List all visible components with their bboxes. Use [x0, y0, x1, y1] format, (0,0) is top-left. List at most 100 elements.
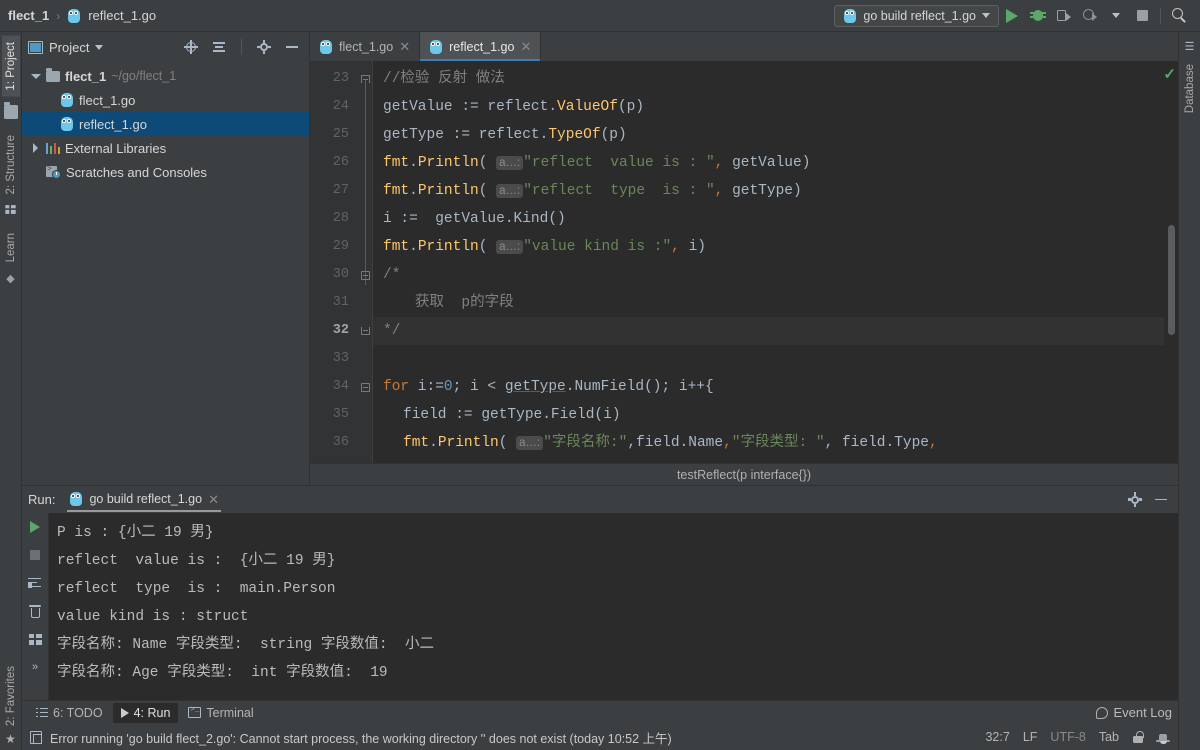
- chevron-down-icon: [1112, 13, 1120, 18]
- code-content[interactable]: //检验 反射 做法 getValue := reflect.ValueOf(p…: [372, 61, 1164, 463]
- sidebar-item-database[interactable]: Database: [1181, 58, 1199, 119]
- caret-position[interactable]: 32:7: [985, 730, 1009, 744]
- status-message[interactable]: Error running 'go build flect_2.go': Can…: [50, 728, 672, 747]
- sidebar-item-learn[interactable]: Learn: [2, 227, 20, 268]
- event-log-icon: [1096, 706, 1109, 719]
- editor-breadcrumb[interactable]: testReflect(p interface{}): [310, 463, 1178, 485]
- fold-icon: [360, 270, 370, 280]
- sidebar-item-project[interactable]: 1: Project: [1, 36, 20, 97]
- event-log-label: Event Log: [1113, 705, 1172, 720]
- tool-window-label: Learn: [4, 233, 17, 263]
- indent-setting[interactable]: Tab: [1099, 730, 1119, 744]
- bottom-tab-terminal[interactable]: Terminal: [180, 703, 261, 723]
- project-window-icon: [28, 40, 43, 54]
- breadcrumb-file[interactable]: reflect_1.go: [88, 8, 156, 23]
- project-tree: flect_1 ~/go/flect_1 flect_1.go reflect_…: [22, 62, 309, 485]
- right-tool-stripe: ☰ Database: [1178, 32, 1200, 750]
- code-line-23: //检验 反射 做法: [373, 65, 1164, 93]
- tool-window-label: 2: Structure: [4, 134, 17, 195]
- tree-node-flect_1[interactable]: flect_1 ~/go/flect_1: [22, 64, 309, 88]
- profiler-button[interactable]: [1077, 3, 1103, 29]
- close-icon[interactable]: ✕: [399, 40, 410, 53]
- run-session-tab[interactable]: go build reflect_1.go ✕: [65, 487, 223, 512]
- console-line: value kind is : struct: [57, 609, 249, 625]
- line-separator[interactable]: LF: [1023, 730, 1038, 744]
- debug-button[interactable]: [1025, 3, 1051, 29]
- console-line: reflect type is : main.Person: [57, 581, 336, 597]
- hide-run-panel-button[interactable]: [1150, 489, 1172, 511]
- minimize-icon: [286, 46, 298, 48]
- center-column: Project flect_1 ~/go/flect_1 flect_1.go …: [22, 32, 1178, 750]
- gear-icon: [1127, 492, 1143, 507]
- print-button[interactable]: [27, 631, 43, 647]
- bottom-tab-todo[interactable]: 6: TODO: [28, 703, 111, 723]
- run-button[interactable]: [999, 3, 1025, 29]
- editor-scrollbar-thumb[interactable]: [1168, 225, 1175, 335]
- bottom-tab-run[interactable]: 4: Run: [112, 702, 179, 723]
- line-number: 23: [332, 71, 349, 86]
- console-line: 字段名称: Age 字段类型: int 字段数值: 19: [57, 665, 388, 681]
- stop-button[interactable]: [1129, 3, 1155, 29]
- breadcrumb-project[interactable]: flect_1: [8, 8, 49, 23]
- run-configuration-selector[interactable]: go build reflect_1.go: [834, 4, 999, 27]
- collapse-all-button[interactable]: [208, 36, 230, 58]
- tree-node-label: External Libraries: [65, 140, 167, 156]
- console-line: reflect value is : {小二 19 男}: [57, 553, 336, 569]
- run-panel-body: » P is : {小二 19 男} reflect value is : {小…: [22, 513, 1178, 700]
- chevron-right-icon[interactable]: [30, 143, 41, 154]
- tree-node-scratches-and-consoles[interactable]: Scratches and Consoles: [22, 160, 309, 184]
- tab-reflect_1-go[interactable]: reflect_1.go ✕: [420, 32, 542, 61]
- line-number: 35: [332, 407, 349, 422]
- run-console-output[interactable]: P is : {小二 19 男} reflect value is : {小二 …: [48, 513, 1178, 700]
- fold-icon: [360, 75, 370, 83]
- tab-flect_1-go[interactable]: flect_1.go ✕: [310, 32, 421, 61]
- run-with-coverage-button[interactable]: [1051, 3, 1077, 29]
- chevron-down-icon[interactable]: [95, 44, 104, 50]
- file-encoding[interactable]: UTF-8: [1050, 730, 1085, 744]
- rerun-button[interactable]: [27, 519, 43, 535]
- left-tool-stripe: 1: Project 2: Structure Learn ◆ 2: Favor…: [0, 32, 22, 750]
- select-opened-file-button[interactable]: [180, 36, 202, 58]
- close-icon[interactable]: ✕: [208, 493, 219, 506]
- run-panel-label: Run:: [28, 492, 56, 507]
- clear-all-button[interactable]: [27, 603, 43, 619]
- code-line-24: getValue := reflect.ValueOf(p): [383, 99, 645, 115]
- parameter-hint: a…:: [496, 240, 524, 254]
- folder-icon: [46, 68, 60, 82]
- scratches-icon: [46, 165, 61, 179]
- tree-node-external-libraries[interactable]: External Libraries: [22, 136, 309, 160]
- close-icon[interactable]: ✕: [520, 40, 531, 53]
- expand-toolbar-button[interactable]: »: [27, 659, 43, 675]
- soft-wrap-button[interactable]: [27, 575, 43, 591]
- project-settings-button[interactable]: [253, 36, 275, 58]
- fold-marker-comment-end[interactable]: [358, 317, 372, 345]
- sidebar-item-structure[interactable]: 2: Structure: [2, 129, 20, 200]
- inspection-ok-icon[interactable]: ✓: [1163, 67, 1176, 82]
- run-session-label: go build reflect_1.go: [89, 492, 203, 506]
- hide-project-panel-button[interactable]: [281, 36, 303, 58]
- editor-viewport: 23 24 25 26 27 28 29 30 31 32 33 34 35 3…: [310, 61, 1178, 463]
- tree-node-reflect_1-go[interactable]: reflect_1.go: [22, 112, 309, 136]
- run-settings-button[interactable]: [1124, 489, 1146, 511]
- search-everywhere-button[interactable]: [1166, 3, 1192, 29]
- console-line: 字段名称: Name 字段类型: string 字段数值: 小二: [57, 637, 435, 653]
- terminal-icon: [188, 706, 202, 718]
- chevron-down-icon[interactable]: [30, 71, 41, 82]
- profiler-dropdown[interactable]: [1103, 3, 1129, 29]
- sidebar-item-favorites[interactable]: 2: Favorites: [2, 660, 20, 732]
- trash-icon: [29, 604, 41, 618]
- tool-window-label: 1: Project: [4, 42, 17, 91]
- copy-icon[interactable]: [30, 730, 42, 744]
- tree-node-flect_1-go[interactable]: flect_1.go: [22, 88, 309, 112]
- go-config-icon: [843, 8, 857, 24]
- fold-marker-for-loop[interactable]: [358, 373, 372, 401]
- event-log-button[interactable]: Event Log: [1096, 705, 1172, 720]
- tab-label: flect_1.go: [339, 39, 394, 54]
- go-file-icon: [60, 92, 74, 108]
- editor-marker-gutter[interactable]: ✓: [1163, 61, 1178, 463]
- lock-icon[interactable]: [1132, 730, 1144, 744]
- code-line-36: fmt.Println( a…: "字段名称:",field.Name,"字段类型…: [403, 435, 938, 451]
- stop-process-button[interactable]: [27, 547, 43, 563]
- line-number-gutter: 23 24 25 26 27 28 29 30 31 32 33 34 35 3…: [310, 61, 358, 463]
- power-save-icon[interactable]: [1156, 731, 1170, 744]
